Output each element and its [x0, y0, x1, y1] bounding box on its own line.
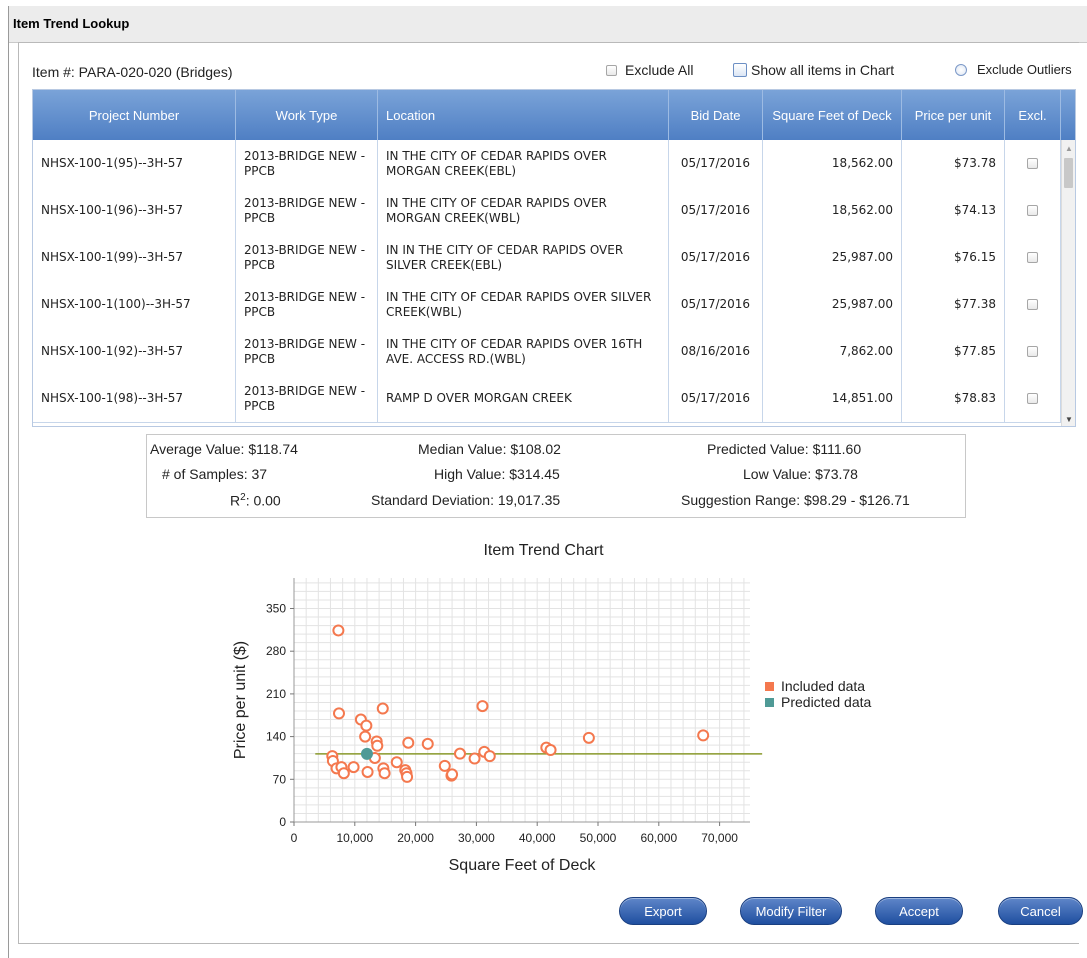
- cell-price: $77.85: [902, 328, 1005, 375]
- cell-project-number: NHSX-100-1(96)--3H-57: [33, 187, 236, 234]
- r-squared: R2: 0.00: [230, 492, 281, 509]
- cell-square-feet: 25,987.00: [763, 234, 902, 281]
- cell-location: IN THE CITY OF CEDAR RAPIDS OVER SILVER …: [378, 281, 669, 328]
- low-value: Low Value: $73.78: [743, 466, 858, 482]
- header-work-type[interactable]: Work Type: [236, 90, 378, 140]
- cell-location: RAMP D OVER MORGAN CREEK: [378, 375, 669, 422]
- cell-square-feet: 25,987.00: [763, 281, 902, 328]
- cell-project-number: NHSX-100-1(98)--3H-57: [33, 375, 236, 422]
- grid-scrollbar[interactable]: ▲ ▼: [1061, 140, 1075, 426]
- cell-price: $74.13: [902, 187, 1005, 234]
- cell-price: $73.78: [902, 140, 1005, 187]
- table-row[interactable]: NHSX-100-1(98)--3H-57 2013-BRIDGE NEW - …: [33, 375, 1061, 423]
- header-excl[interactable]: Excl.: [1005, 90, 1061, 140]
- cell-bid-date: 05/17/2016: [669, 281, 763, 328]
- cell-project-number: NHSX-100-1(95)--3H-57: [33, 140, 236, 187]
- exclude-row-checkbox[interactable]: [1027, 252, 1038, 263]
- exclude-all-checkbox[interactable]: [606, 64, 617, 76]
- cell-bid-date: 05/17/2016: [669, 234, 763, 281]
- header-project-number[interactable]: Project Number: [33, 90, 236, 140]
- cell-square-feet: 18,562.00: [763, 140, 902, 187]
- exclude-outliers-radio[interactable]: [955, 63, 967, 76]
- table-row[interactable]: NHSX-100-1(96)--3H-57 2013-BRIDGE NEW - …: [33, 187, 1061, 235]
- show-all-label: Show all items in Chart: [751, 62, 895, 78]
- modify-filter-button[interactable]: Modify Filter: [740, 897, 842, 925]
- exclude-outliers-label: Exclude Outliers: [977, 62, 1072, 77]
- scroll-down-icon[interactable]: ▼: [1065, 415, 1073, 424]
- average-value: Average Value: $118.74: [150, 441, 298, 457]
- exclude-row-checkbox[interactable]: [1027, 158, 1038, 169]
- cell-work-type: 2013-BRIDGE NEW - PPCB: [236, 140, 378, 187]
- header-bid-date[interactable]: Bid Date: [669, 90, 763, 140]
- table-row[interactable]: NHSX-100-1(92)--3H-57 2013-BRIDGE NEW - …: [33, 328, 1061, 376]
- exclude-all-option[interactable]: Exclude All: [606, 62, 693, 78]
- cell-work-type: 2013-BRIDGE NEW - PPCB: [236, 328, 378, 375]
- cell-project-number: NHSX-100-1(99)--3H-57: [33, 234, 236, 281]
- cell-location: IN THE CITY OF CEDAR RAPIDS OVER 16TH AV…: [378, 328, 669, 375]
- exclude-row-checkbox[interactable]: [1027, 393, 1038, 404]
- header-price-per-unit[interactable]: Price per unit: [902, 90, 1005, 140]
- exclude-row-checkbox[interactable]: [1027, 205, 1038, 216]
- scroll-thumb[interactable]: [1064, 158, 1073, 188]
- cell-work-type: 2013-BRIDGE NEW - PPCB: [236, 375, 378, 422]
- cell-price: $78.83: [902, 375, 1005, 422]
- exclude-row-checkbox[interactable]: [1027, 299, 1038, 310]
- cell-project-number: NHSX-100-1(100)--3H-57: [33, 281, 236, 328]
- cell-excl: [1005, 328, 1061, 375]
- cell-excl: [1005, 140, 1061, 187]
- dialog-titlebar[interactable]: Item Trend Lookup: [9, 6, 1087, 43]
- show-all-checkbox[interactable]: [733, 63, 747, 77]
- exclude-outliers-option[interactable]: Exclude Outliers: [955, 62, 1072, 77]
- high-value: High Value: $314.45: [434, 466, 560, 482]
- r2-label: R: [230, 492, 241, 509]
- exclude-row-checkbox[interactable]: [1027, 346, 1038, 357]
- item-label: Item #: PARA-020-020 (Bridges): [32, 64, 233, 80]
- cell-work-type: 2013-BRIDGE NEW - PPCB: [236, 187, 378, 234]
- cell-excl: [1005, 375, 1061, 422]
- standard-deviation: Standard Deviation: 19,017.35: [371, 492, 561, 508]
- cell-location: IN THE CITY OF CEDAR RAPIDS OVER MORGAN …: [378, 140, 669, 187]
- cell-location: IN THE CITY OF CEDAR RAPIDS OVER MORGAN …: [378, 187, 669, 234]
- cell-excl: [1005, 281, 1061, 328]
- stats-panel: Average Value: $118.74 Median Value: $10…: [146, 434, 966, 518]
- cell-excl: [1005, 234, 1061, 281]
- dialog-title: Item Trend Lookup: [13, 16, 130, 31]
- r2-value: : 0.00: [245, 492, 281, 509]
- median-value: Median Value: $108.02: [418, 441, 561, 457]
- predicted-value: Predicted Value: $111.60: [707, 441, 862, 457]
- cell-square-feet: 18,562.00: [763, 187, 902, 234]
- cell-project-number: NHSX-100-1(92)--3H-57: [33, 328, 236, 375]
- cell-bid-date: 08/16/2016: [669, 328, 763, 375]
- cell-work-type: 2013-BRIDGE NEW - PPCB: [236, 281, 378, 328]
- grid-header: Project Number Work Type Location Bid Da…: [33, 90, 1075, 140]
- cell-price: $76.15: [902, 234, 1005, 281]
- cell-bid-date: 05/17/2016: [669, 375, 763, 422]
- cell-square-feet: 14,851.00: [763, 375, 902, 422]
- cancel-button[interactable]: Cancel: [998, 897, 1083, 925]
- scroll-up-icon[interactable]: ▲: [1065, 144, 1073, 153]
- suggestion-range: Suggestion Range: $98.29 - $126.71: [681, 492, 910, 508]
- header-location[interactable]: Location: [378, 90, 669, 140]
- table-row[interactable]: NHSX-100-1(100)--3H-57 2013-BRIDGE NEW -…: [33, 281, 1061, 329]
- cell-work-type: 2013-BRIDGE NEW - PPCB: [236, 234, 378, 281]
- sample-count: # of Samples: 37: [162, 466, 268, 482]
- cell-price: $77.38: [902, 281, 1005, 328]
- show-all-option[interactable]: Show all items in Chart: [733, 62, 894, 78]
- table-row[interactable]: NHSX-100-1(95)--3H-57 2013-BRIDGE NEW - …: [33, 140, 1061, 188]
- export-button[interactable]: Export: [619, 897, 707, 925]
- accept-button[interactable]: Accept: [875, 897, 963, 925]
- table-row[interactable]: NHSX-100-1(99)--3H-57 2013-BRIDGE NEW - …: [33, 234, 1061, 282]
- cell-square-feet: 7,862.00: [763, 328, 902, 375]
- header-square-feet[interactable]: Square Feet of Deck: [763, 90, 902, 140]
- chart-title: Item Trend Chart: [483, 542, 604, 559]
- cell-bid-date: 05/17/2016: [669, 140, 763, 187]
- cell-location: IN IN THE CITY OF CEDAR RAPIDS OVER SILV…: [378, 234, 669, 281]
- exclude-all-label: Exclude All: [625, 62, 694, 78]
- cell-excl: [1005, 187, 1061, 234]
- items-grid: Project Number Work Type Location Bid Da…: [32, 89, 1076, 427]
- cell-bid-date: 05/17/2016: [669, 187, 763, 234]
